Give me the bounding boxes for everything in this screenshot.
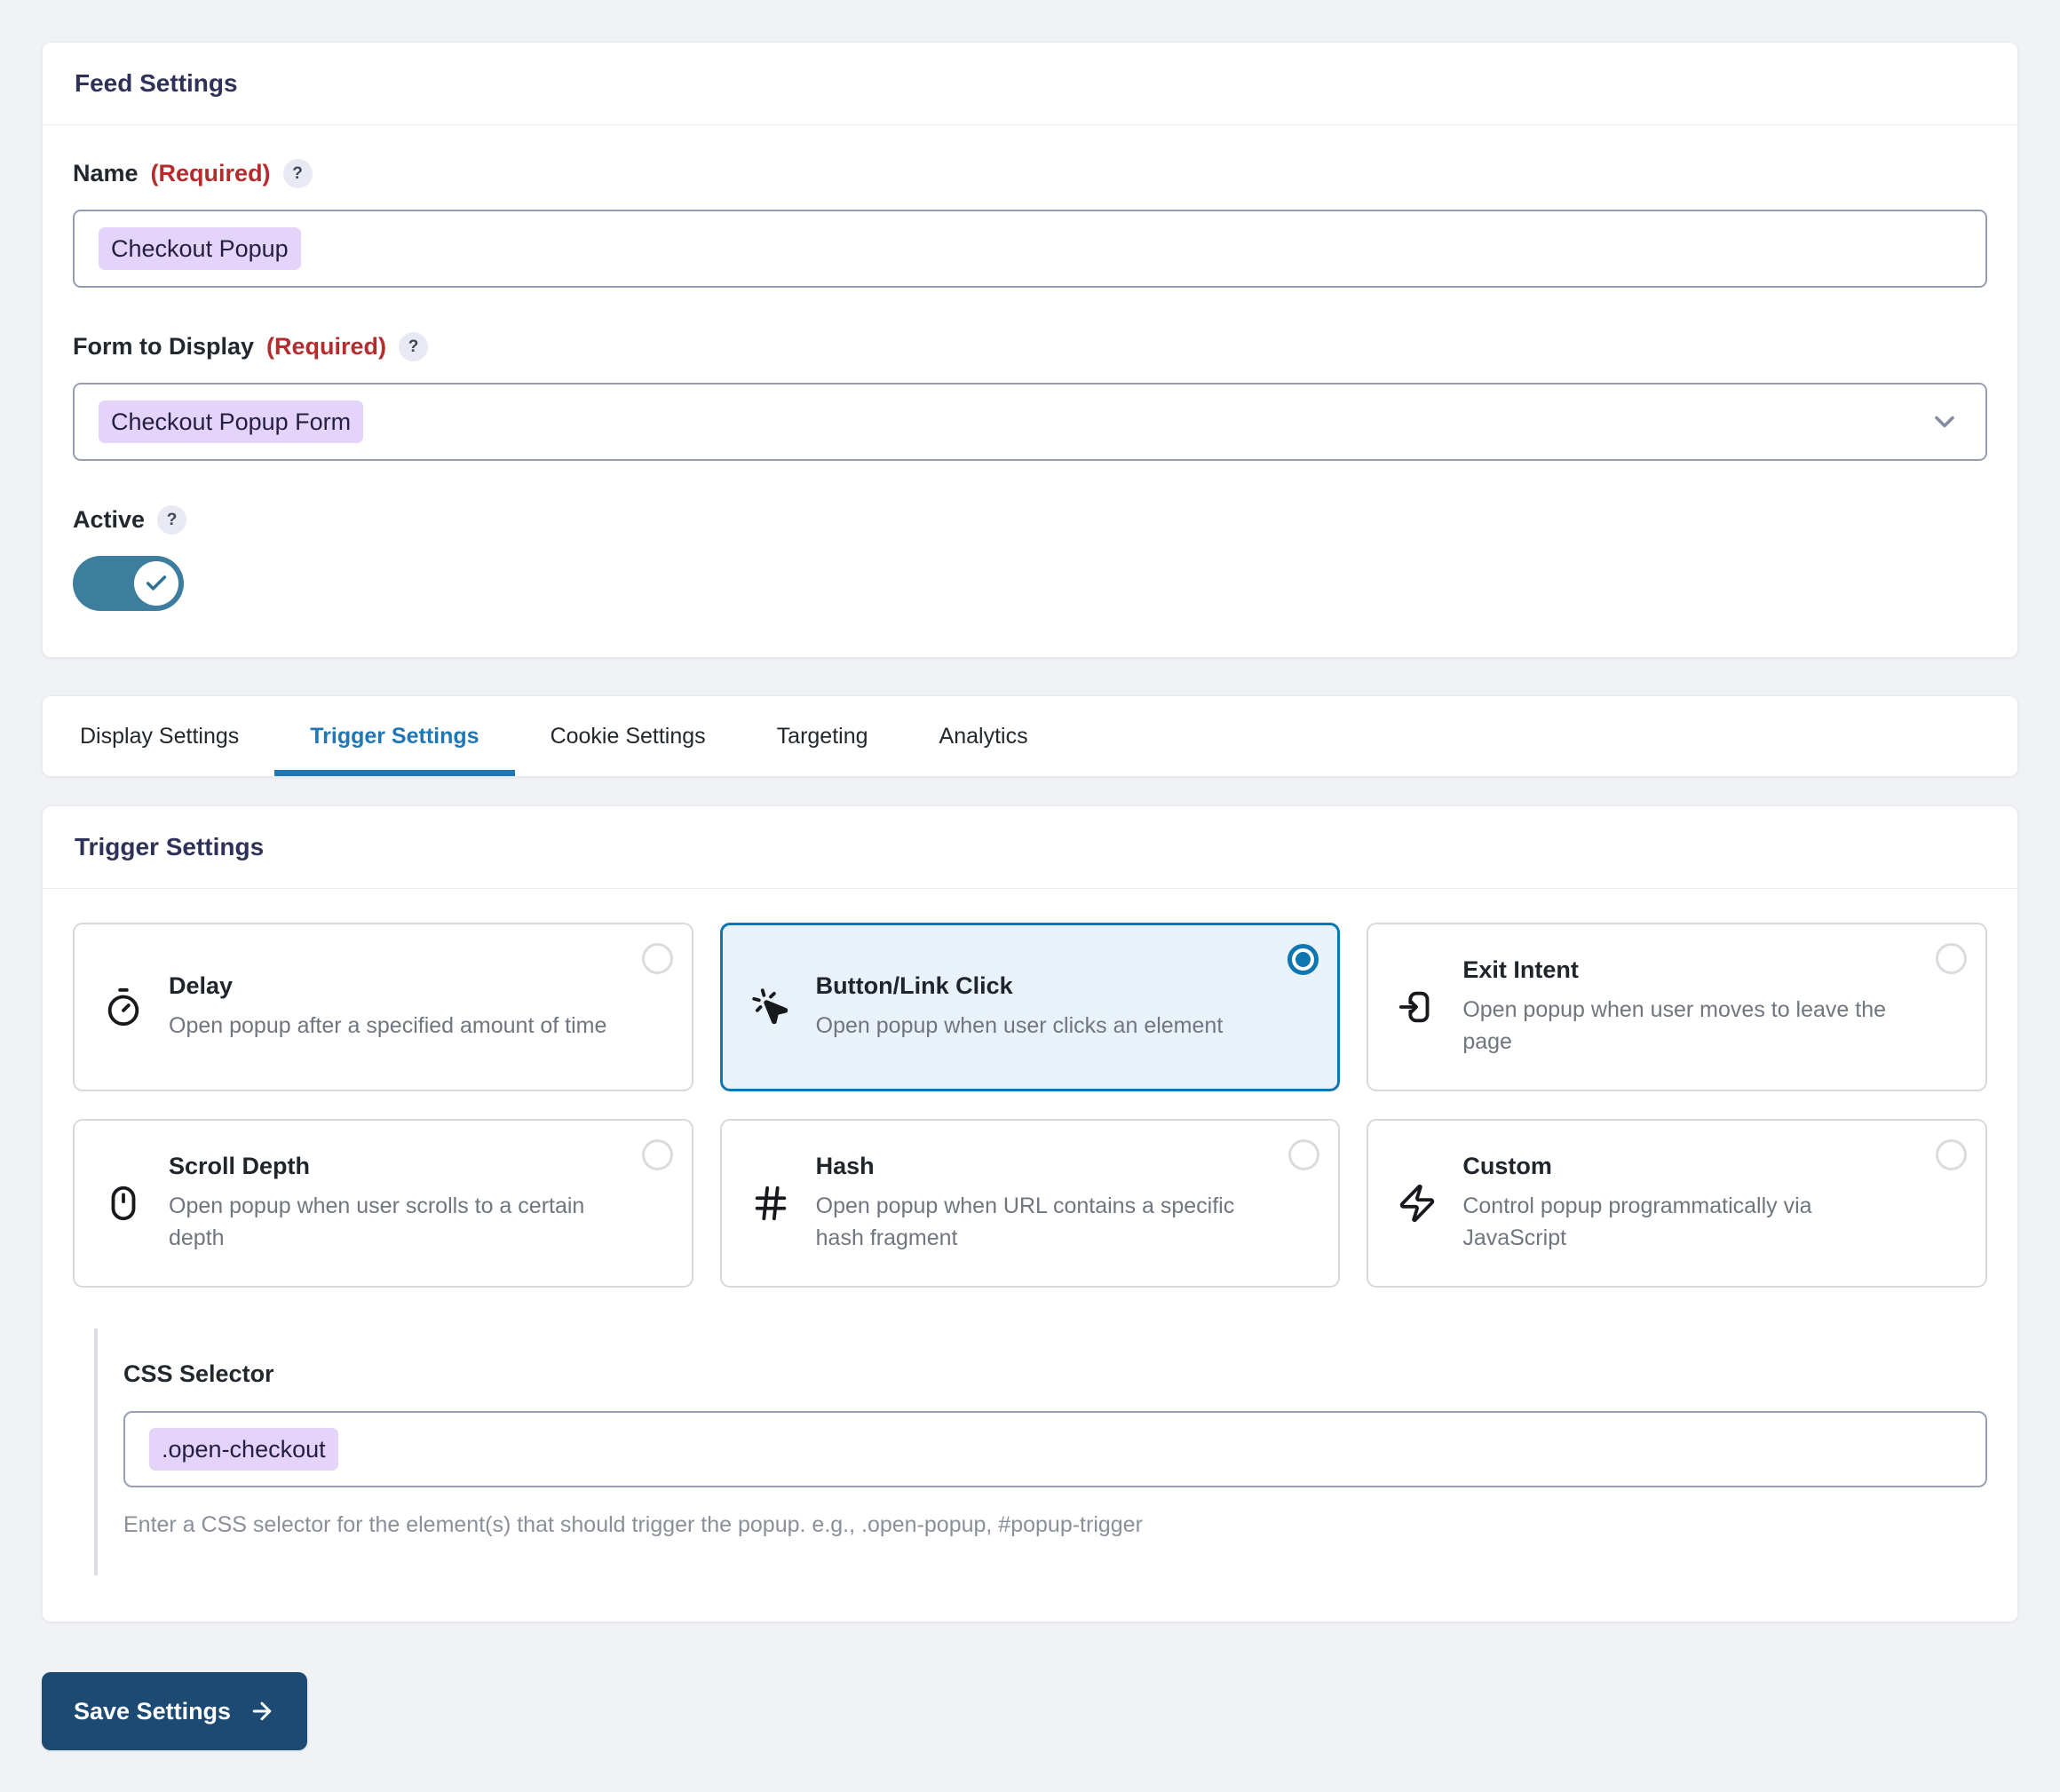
exit-intent-radio[interactable]: [1936, 943, 1967, 974]
tab-analytics[interactable]: Analytics: [904, 696, 1064, 776]
save-settings-button[interactable]: Save Settings: [42, 1672, 307, 1750]
form-required-indicator: (Required): [266, 333, 386, 361]
tab-cookie-settings[interactable]: Cookie Settings: [515, 696, 741, 776]
feed-settings-card: Feed Settings Name (Required) ? Checkout…: [42, 42, 2018, 658]
trigger-option-hash[interactable]: Hash Open popup when URL contains a spec…: [720, 1119, 1341, 1288]
settings-tab-bar: Display Settings Trigger Settings Cookie…: [42, 695, 2018, 777]
custom-title: Custom: [1462, 1153, 1904, 1180]
form-field-group: Form to Display (Required) ? Checkout Po…: [73, 332, 1987, 461]
custom-text-block: Custom Control popup programmatically vi…: [1462, 1153, 1904, 1255]
scroll-depth-description: Open popup when user scrolls to a certai…: [169, 1190, 610, 1255]
scroll-depth-title: Scroll Depth: [169, 1153, 610, 1180]
check-icon: [144, 571, 169, 596]
form-field-label-row: Form to Display (Required) ?: [73, 332, 1987, 361]
scroll-depth-text-block: Scroll Depth Open popup when user scroll…: [169, 1153, 610, 1255]
settings-page: Feed Settings Name (Required) ? Checkout…: [0, 0, 2060, 1792]
tab-trigger-settings[interactable]: Trigger Settings: [274, 696, 514, 776]
lightning-bolt-icon: [1397, 1183, 1438, 1224]
active-help-icon[interactable]: ?: [157, 505, 186, 535]
css-selector-section: CSS Selector .open-checkout Enter a CSS …: [94, 1328, 1987, 1575]
name-field-label: Name: [73, 160, 139, 187]
css-selector-value: .open-checkout: [149, 1428, 338, 1471]
active-field-label-row: Active ?: [73, 505, 1987, 535]
toggle-knob: [134, 561, 178, 606]
timer-icon: [103, 987, 144, 1027]
name-required-indicator: (Required): [151, 160, 271, 187]
mouse-pointer-click-icon: [750, 987, 791, 1027]
exit-door-icon: [1397, 987, 1438, 1027]
button-link-click-description: Open popup when user clicks an element: [816, 1010, 1224, 1042]
mouse-scroll-icon: [103, 1183, 144, 1224]
form-field-label: Form to Display: [73, 333, 254, 361]
hash-text-block: Hash Open popup when URL contains a spec…: [816, 1153, 1257, 1255]
active-field-group: Active ?: [73, 505, 1987, 611]
name-input[interactable]: Checkout Popup: [73, 210, 1987, 288]
trigger-settings-body: Delay Open popup after a specified amoun…: [43, 889, 2017, 1622]
name-input-value: Checkout Popup: [99, 227, 301, 270]
trigger-option-button-link-click[interactable]: Button/Link Click Open popup when user c…: [720, 923, 1341, 1091]
hash-radio[interactable]: [1288, 1139, 1319, 1170]
delay-title: Delay: [169, 972, 606, 1000]
hash-icon: [750, 1183, 791, 1224]
button-link-click-radio[interactable]: [1288, 944, 1319, 975]
trigger-settings-title: Trigger Settings: [43, 806, 2017, 889]
trigger-option-custom[interactable]: Custom Control popup programmatically vi…: [1367, 1119, 1987, 1288]
save-settings-label: Save Settings: [74, 1698, 231, 1725]
form-select-value: Checkout Popup Form: [99, 400, 363, 443]
active-toggle[interactable]: [73, 556, 184, 611]
scroll-depth-radio[interactable]: [642, 1139, 673, 1170]
trigger-options-grid: Delay Open popup after a specified amoun…: [73, 923, 1987, 1288]
name-field-label-row: Name (Required) ?: [73, 159, 1987, 188]
hash-description: Open popup when URL contains a specific …: [816, 1190, 1257, 1255]
delay-description: Open popup after a specified amount of t…: [169, 1010, 606, 1042]
exit-intent-text-block: Exit Intent Open popup when user moves t…: [1462, 956, 1904, 1059]
name-field-group: Name (Required) ? Checkout Popup: [73, 159, 1987, 288]
exit-intent-title: Exit Intent: [1462, 956, 1904, 984]
feed-settings-body: Name (Required) ? Checkout Popup Form to…: [43, 125, 2017, 657]
trigger-option-scroll-depth[interactable]: Scroll Depth Open popup when user scroll…: [73, 1119, 693, 1288]
css-selector-label: CSS Selector: [123, 1360, 1987, 1388]
css-selector-input[interactable]: .open-checkout: [123, 1411, 1987, 1487]
exit-intent-description: Open popup when user moves to leave the …: [1462, 994, 1904, 1059]
name-help-icon[interactable]: ?: [283, 159, 313, 188]
hash-title: Hash: [816, 1153, 1257, 1180]
chevron-down-icon: [1929, 406, 1961, 438]
form-select[interactable]: Checkout Popup Form: [73, 383, 1987, 461]
css-selector-help-text: Enter a CSS selector for the element(s) …: [123, 1512, 1987, 1538]
button-link-click-title: Button/Link Click: [816, 972, 1224, 1000]
delay-radio[interactable]: [642, 943, 673, 974]
button-link-click-text-block: Button/Link Click Open popup when user c…: [816, 972, 1224, 1042]
tab-targeting[interactable]: Targeting: [741, 696, 904, 776]
feed-settings-title: Feed Settings: [43, 43, 2017, 125]
custom-radio[interactable]: [1936, 1139, 1967, 1170]
delay-text-block: Delay Open popup after a specified amoun…: [169, 972, 606, 1042]
trigger-option-delay[interactable]: Delay Open popup after a specified amoun…: [73, 923, 693, 1091]
tab-display-settings[interactable]: Display Settings: [44, 696, 274, 776]
trigger-option-exit-intent[interactable]: Exit Intent Open popup when user moves t…: [1367, 923, 1987, 1091]
active-field-label: Active: [73, 506, 145, 534]
arrow-right-icon: [249, 1698, 275, 1725]
trigger-settings-card: Trigger Settings Delay Open popup after …: [42, 805, 2018, 1622]
form-help-icon[interactable]: ?: [399, 332, 428, 361]
custom-description: Control popup programmatically via JavaS…: [1462, 1190, 1904, 1255]
